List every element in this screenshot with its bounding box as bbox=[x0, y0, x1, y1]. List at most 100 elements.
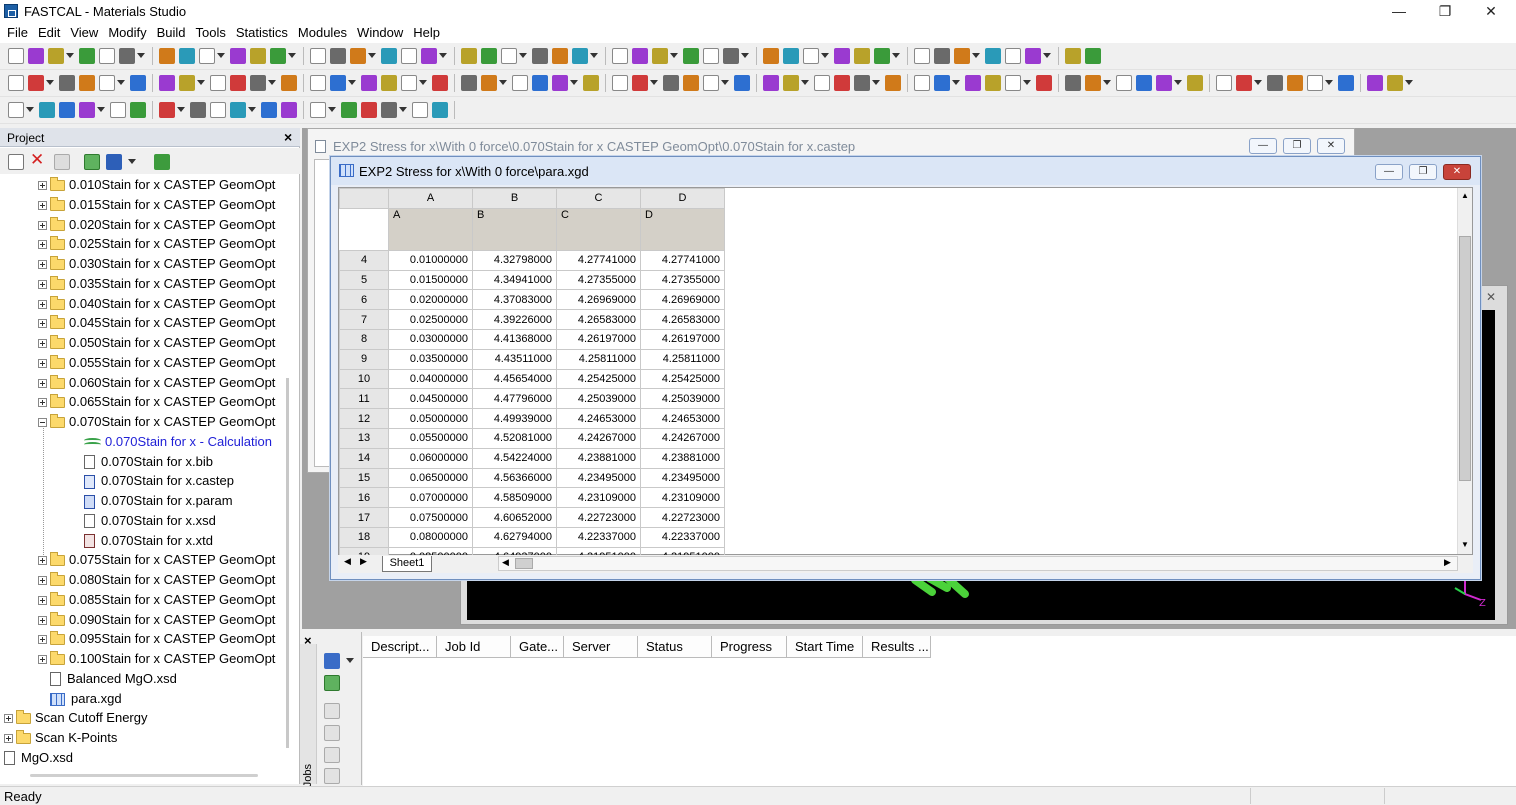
sort-dropdown-icon[interactable] bbox=[128, 159, 136, 164]
grid-vscroll[interactable]: ▲ ▼ bbox=[1457, 188, 1472, 554]
column-header[interactable]: A bbox=[388, 188, 473, 209]
table-cell[interactable]: 4.49939000 bbox=[472, 408, 557, 429]
toolbar-dropdown-icon[interactable] bbox=[439, 52, 447, 58]
menu-tools[interactable]: Tools bbox=[191, 23, 231, 42]
sheet-tab[interactable]: Sheet1 bbox=[382, 556, 432, 572]
toolbar-dropdown-icon[interactable] bbox=[872, 79, 880, 85]
new-folder-icon[interactable] bbox=[8, 154, 24, 170]
toolbar-tool-icon[interactable] bbox=[8, 102, 24, 118]
column-label-cell[interactable]: A bbox=[388, 207, 473, 251]
restore-button[interactable]: ❐ bbox=[1422, 0, 1468, 23]
table-cell[interactable]: 4.23109000 bbox=[640, 487, 725, 509]
castep-minimize-button[interactable]: — bbox=[1249, 138, 1277, 154]
toolbar-tool-icon[interactable] bbox=[401, 75, 417, 91]
table-cell[interactable]: 0.02500000 bbox=[388, 309, 473, 330]
toolbar-tool-icon[interactable] bbox=[632, 75, 648, 91]
grid-document-window[interactable]: EXP2 Stress for x\With 0 force\para.xgd … bbox=[330, 156, 1481, 580]
table-cell[interactable]: 0.01000000 bbox=[388, 249, 473, 271]
toolbar-tool-icon[interactable] bbox=[481, 48, 497, 64]
column-header[interactable]: D bbox=[640, 188, 725, 209]
toolbar-tool-icon[interactable] bbox=[381, 75, 397, 91]
toolbar-dropdown-icon[interactable] bbox=[46, 79, 54, 85]
expand-icon[interactable] bbox=[38, 595, 47, 605]
toolbar-tool-icon[interactable] bbox=[432, 75, 448, 91]
tree-item[interactable]: 0.095Stain for x CASTEP GeomOpt bbox=[38, 629, 275, 649]
toolbar-tool-icon[interactable] bbox=[652, 48, 668, 64]
toolbar-dropdown-icon[interactable] bbox=[399, 106, 407, 112]
jobs-download-icon[interactable] bbox=[324, 768, 340, 784]
toolbar-tool-icon[interactable] bbox=[59, 102, 75, 118]
menu-file[interactable]: File bbox=[2, 23, 33, 42]
toolbar-tool-icon[interactable] bbox=[270, 48, 286, 64]
expand-icon[interactable] bbox=[38, 556, 47, 566]
table-cell[interactable]: 4.25039000 bbox=[556, 388, 641, 410]
toolbar-tool-icon[interactable] bbox=[783, 48, 799, 64]
toolbar-tool-icon[interactable] bbox=[230, 75, 246, 91]
menu-edit[interactable]: Edit bbox=[33, 23, 65, 42]
jobs-column-header[interactable]: Status bbox=[638, 636, 712, 658]
scroll-up-icon[interactable]: ▲ bbox=[1461, 191, 1469, 200]
tab-next-icon[interactable]: ▶ bbox=[360, 556, 367, 567]
table-cell[interactable]: 4.56366000 bbox=[472, 467, 557, 489]
table-cell[interactable]: 0.05000000 bbox=[388, 408, 473, 429]
jobs-hand-icon[interactable] bbox=[324, 747, 340, 763]
table-cell[interactable]: 0.02000000 bbox=[388, 289, 473, 311]
row-header[interactable]: 8 bbox=[339, 328, 389, 350]
toolbar-tool-icon[interactable] bbox=[39, 102, 55, 118]
toolbar-tool-icon[interactable] bbox=[281, 102, 297, 118]
jobs-table[interactable]: Descript... Job Id Gate... Server Status Prog… bbox=[363, 636, 1516, 786]
tab-prev-icon[interactable]: ◀ bbox=[344, 556, 351, 567]
toolbar-tool-icon[interactable] bbox=[512, 75, 528, 91]
jobs-column-header[interactable]: Descript... bbox=[363, 636, 437, 658]
tree-item[interactable]: Scan Cutoff Energy bbox=[4, 708, 148, 728]
toolbar-tool-icon[interactable] bbox=[854, 75, 870, 91]
scroll-left-icon[interactable]: ◀ bbox=[502, 557, 509, 568]
row-header[interactable]: 10 bbox=[339, 368, 389, 390]
toolbar-tool-icon[interactable] bbox=[99, 75, 115, 91]
menu-build[interactable]: Build bbox=[152, 23, 191, 42]
toolbar-tool-icon[interactable] bbox=[79, 48, 95, 64]
table-cell[interactable]: 4.25425000 bbox=[640, 368, 725, 390]
expand-icon[interactable] bbox=[4, 734, 13, 744]
toolbar-tool-icon[interactable] bbox=[179, 48, 195, 64]
toolbar-tool-icon[interactable] bbox=[1065, 75, 1081, 91]
refresh-icon[interactable] bbox=[84, 154, 100, 170]
toolbar-tool-icon[interactable] bbox=[985, 48, 1001, 64]
close-button[interactable]: ✕ bbox=[1468, 0, 1514, 23]
toolbar-tool-icon[interactable] bbox=[210, 75, 226, 91]
tree-item[interactable]: 0.050Stain for x CASTEP GeomOpt bbox=[38, 333, 275, 353]
expand-icon[interactable] bbox=[38, 299, 47, 309]
toolbar-tool-icon[interactable] bbox=[834, 48, 850, 64]
tree-item[interactable]: 0.030Stain for x CASTEP GeomOpt bbox=[38, 254, 275, 274]
table-cell[interactable]: 4.58509000 bbox=[472, 487, 557, 509]
row-header[interactable]: 6 bbox=[339, 289, 389, 311]
toolbar-tool-icon[interactable] bbox=[159, 48, 175, 64]
tree-item[interactable]: 0.070Stain for x.bib bbox=[72, 452, 213, 472]
toolbar-tool-icon[interactable] bbox=[59, 75, 75, 91]
toolbar-dropdown-icon[interactable] bbox=[590, 52, 598, 58]
viewer-close-icon[interactable]: ✕ bbox=[1486, 290, 1496, 304]
toolbar-dropdown-icon[interactable] bbox=[821, 52, 829, 58]
toolbar-tool-icon[interactable] bbox=[310, 75, 326, 91]
table-cell[interactable]: 4.23881000 bbox=[556, 447, 641, 469]
toolbar-tool-icon[interactable] bbox=[461, 75, 477, 91]
toolbar-tool-icon[interactable] bbox=[1036, 75, 1052, 91]
table-cell[interactable]: 4.22723000 bbox=[556, 507, 641, 528]
toolbar-tool-icon[interactable] bbox=[1367, 75, 1383, 91]
tree-item[interactable]: 0.070Stain for x.castep bbox=[72, 471, 234, 491]
table-cell[interactable]: 0.07000000 bbox=[388, 487, 473, 509]
toolbar-tool-icon[interactable] bbox=[532, 48, 548, 64]
table-cell[interactable]: 4.34941000 bbox=[472, 269, 557, 291]
expand-icon[interactable] bbox=[38, 220, 47, 230]
tree-item[interactable]: 0.070Stain for x.param bbox=[72, 491, 233, 511]
toolbar-tool-icon[interactable] bbox=[310, 102, 326, 118]
toolbar-dropdown-icon[interactable] bbox=[650, 79, 658, 85]
table-cell[interactable]: 0.04000000 bbox=[388, 368, 473, 390]
toolbar-dropdown-icon[interactable] bbox=[137, 52, 145, 58]
toolbar-tool-icon[interactable] bbox=[1187, 75, 1203, 91]
expand-icon[interactable] bbox=[38, 615, 47, 625]
toolbar-tool-icon[interactable] bbox=[854, 48, 870, 64]
toolbar-tool-icon[interactable] bbox=[803, 48, 819, 64]
scroll-right-icon[interactable]: ▶ bbox=[1444, 557, 1451, 568]
table-cell[interactable]: 4.23495000 bbox=[640, 467, 725, 489]
